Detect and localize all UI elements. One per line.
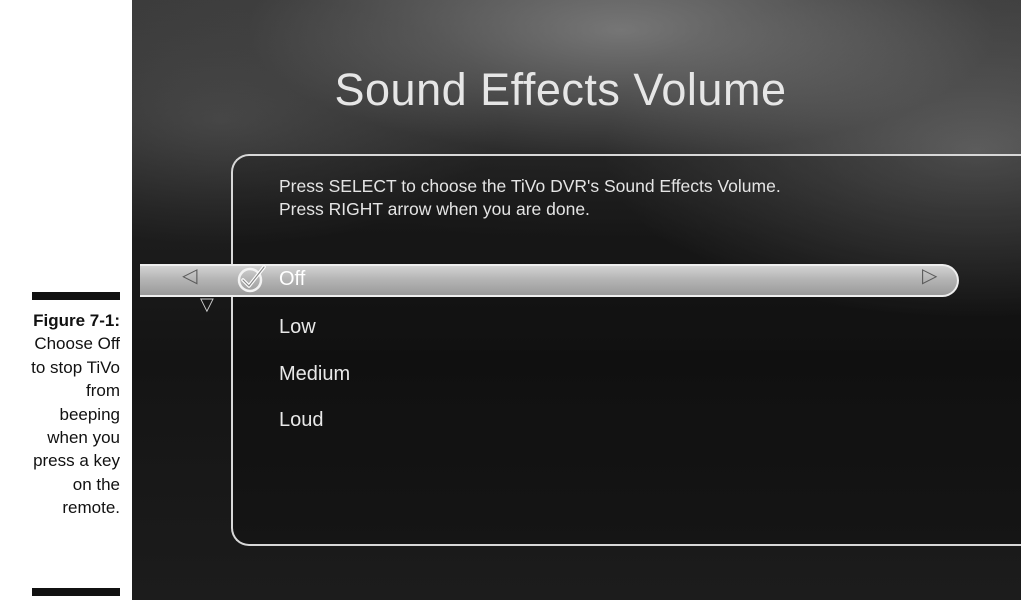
figure-caption-text: Choose Off to stop TiVo from beeping whe… (31, 334, 120, 518)
option-low[interactable]: Low (279, 316, 316, 339)
caption-rule-top (32, 292, 120, 300)
left-arrow-icon[interactable]: ◁ (182, 263, 197, 287)
checkmark-icon (237, 265, 266, 293)
instructions: Press SELECT to choose the TiVo DVR's So… (279, 175, 999, 221)
instruction-line-2: Press RIGHT arrow when you are done. (279, 199, 590, 219)
right-arrow-icon[interactable]: ▷ (922, 263, 937, 287)
caption-rule-bottom (32, 588, 120, 596)
down-arrow-icon[interactable]: ▽ (200, 294, 214, 315)
tivo-screen: Sound Effects Volume Press SELECT to cho… (132, 0, 1021, 600)
figure: Figure 7-1: Choose Off to stop TiVo from… (0, 0, 1021, 600)
option-loud[interactable]: Loud (279, 409, 324, 432)
screen-title: Sound Effects Volume (334, 64, 787, 115)
figure-label: Figure 7-1: (33, 311, 120, 330)
figure-caption: Figure 7-1: Choose Off to stop TiVo from… (0, 309, 120, 520)
option-medium[interactable]: Medium (279, 363, 350, 386)
instruction-line-1: Press SELECT to choose the TiVo DVR's So… (279, 176, 781, 196)
option-off[interactable]: Off (279, 268, 305, 291)
